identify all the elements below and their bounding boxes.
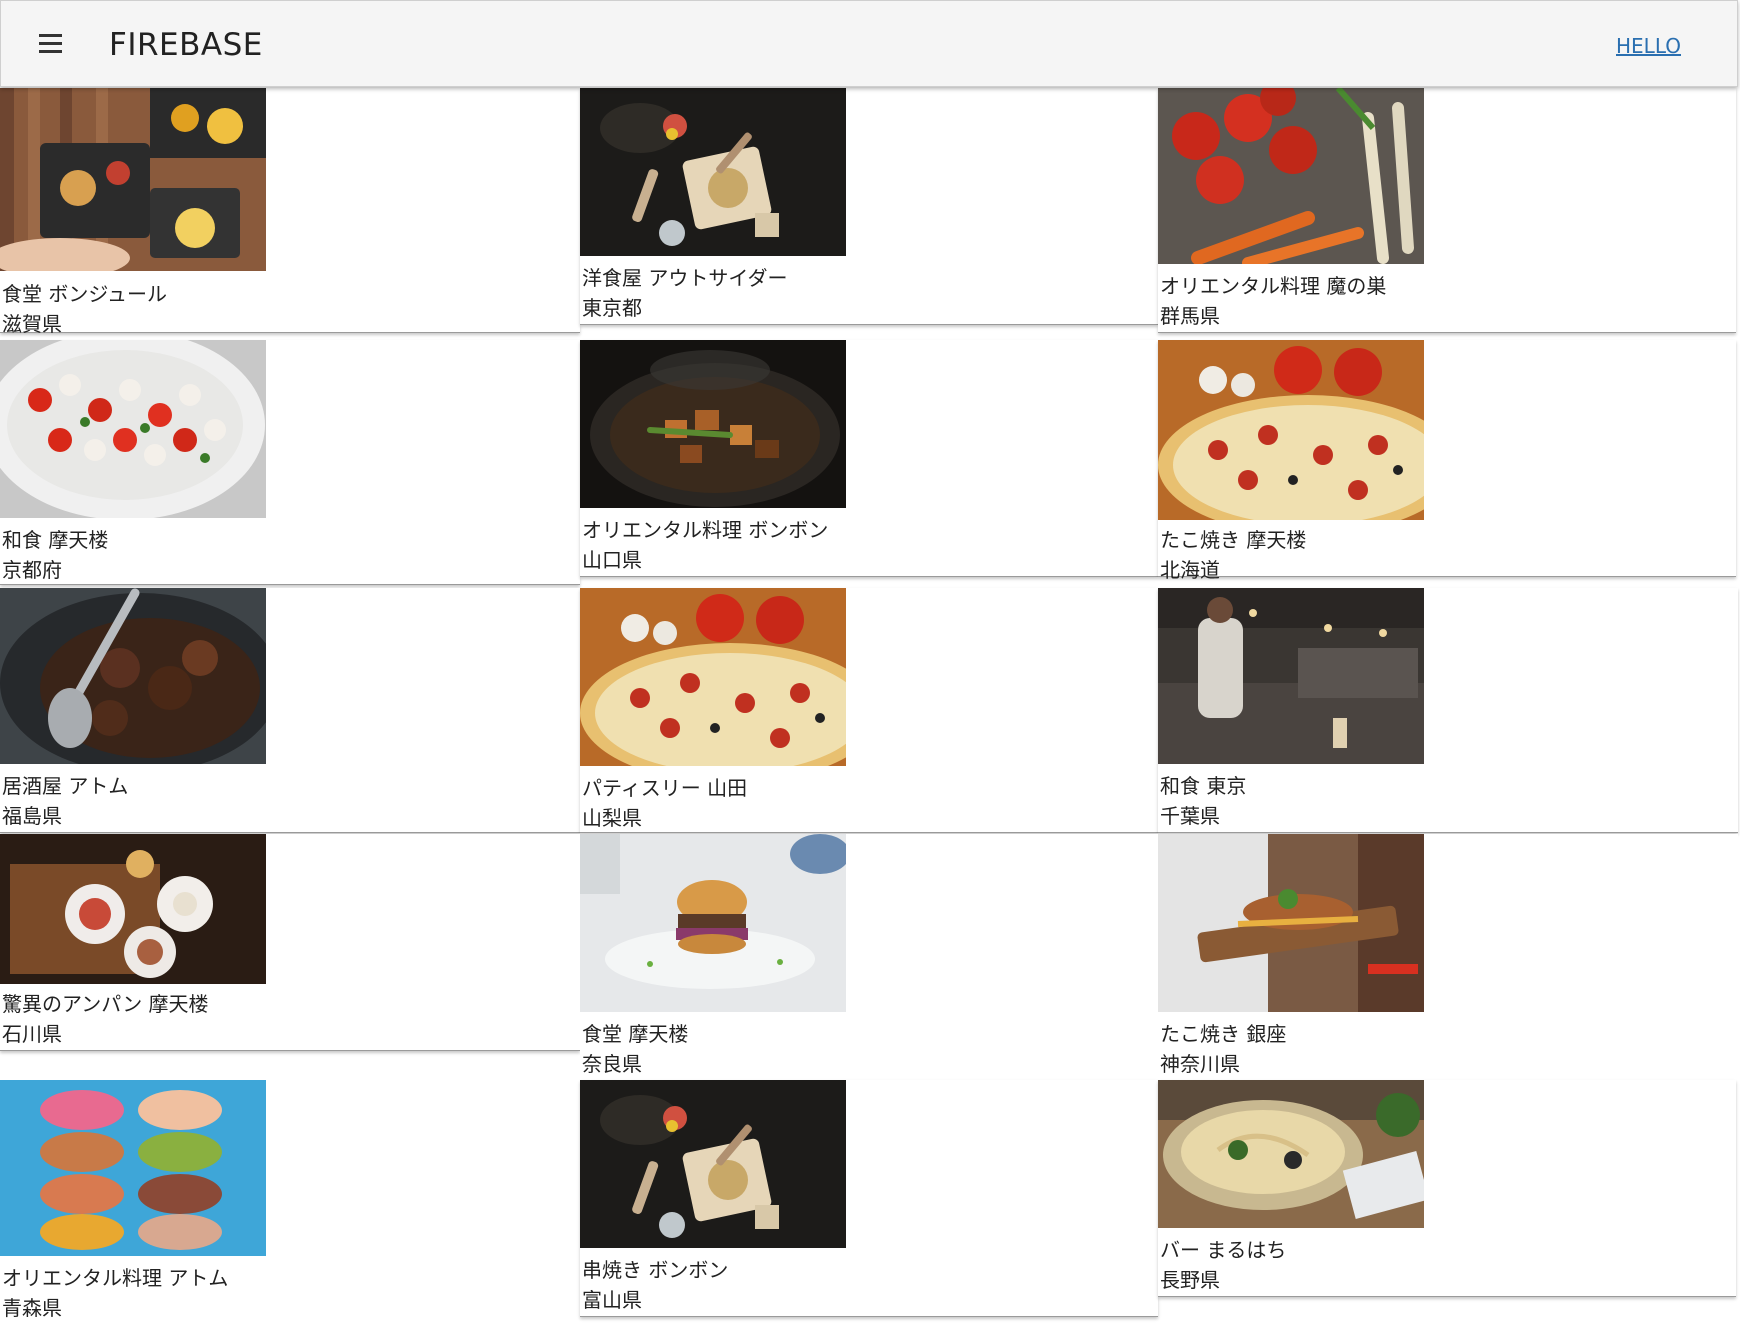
restaurant-name: 串焼き ボンボン	[582, 1258, 729, 1282]
restaurant-prefecture: 長野県	[1160, 1268, 1220, 1292]
restaurant-name: たこ焼き 摩天楼	[1160, 528, 1307, 552]
restaurant-prefecture: 福島県	[2, 804, 62, 828]
dark-plate-photo	[580, 88, 846, 256]
restaurant-name: 食堂 摩天楼	[582, 1022, 689, 1046]
restaurant-card[interactable]: 和食 摩天楼 京都府	[0, 340, 580, 585]
restaurant-name: 居酒屋 アトム	[2, 774, 129, 798]
waiter-platter-photo	[1158, 834, 1424, 1012]
macarons-photo	[0, 1080, 266, 1256]
restaurant-name: 和食 東京	[1160, 774, 1247, 798]
pizza-photo	[1158, 340, 1424, 520]
app-bar: FIREBASE HELLO	[0, 0, 1738, 87]
restaurant-kitchen-photo	[1158, 588, 1424, 764]
restaurant-card[interactable]: 居酒屋 アトム 福島県	[0, 588, 580, 833]
table-spread-photo	[0, 88, 266, 271]
restaurant-name: オリエンタル料理 アトム	[2, 1266, 229, 1290]
restaurant-name: 洋食屋 アウトサイダー	[582, 266, 788, 290]
restaurant-grid: 食堂 ボンジュール 滋賀県 洋食屋 アウトサイダー 東京都 オリエンタル料理 魔…	[0, 88, 1740, 1324]
restaurant-prefecture: 奈良県	[582, 1052, 642, 1076]
restaurant-name: 食堂 ボンジュール	[2, 282, 167, 306]
restaurant-card[interactable]: オリエンタル料理 アトム 青森県	[0, 1080, 580, 1324]
restaurant-name: バー まるはち	[1160, 1238, 1287, 1262]
dark-plate-photo	[580, 1080, 846, 1248]
restaurant-prefecture: 青森県	[2, 1296, 62, 1320]
wok-stirfry-photo	[580, 340, 846, 508]
restaurant-prefecture: 東京都	[582, 296, 642, 320]
vegetables-photo	[1158, 88, 1424, 264]
restaurant-card[interactable]: 驚異のアンパン 摩天楼 石川県	[0, 834, 580, 1051]
restaurant-card[interactable]: たこ焼き 銀座 神奈川県	[1158, 834, 1738, 1078]
hamburger-menu-icon[interactable]	[35, 29, 65, 59]
restaurant-card[interactable]: 串焼き ボンボン 富山県	[580, 1080, 1158, 1317]
restaurant-card[interactable]: 洋食屋 アウトサイダー 東京都	[580, 88, 1158, 325]
restaurant-card[interactable]: 食堂 ボンジュール 滋賀県	[0, 88, 580, 336]
restaurant-name: たこ焼き 銀座	[1160, 1022, 1287, 1046]
restaurant-card[interactable]: パティスリー 山田 山梨県	[580, 588, 1158, 833]
app-title: FIREBASE	[109, 27, 263, 63]
restaurant-name: オリエンタル料理 魔の巣	[1160, 274, 1387, 298]
caprese-salad-photo	[0, 340, 266, 518]
restaurant-prefecture: 京都府	[2, 558, 62, 582]
restaurant-name: 驚異のアンパン 摩天楼	[2, 992, 209, 1016]
restaurant-card[interactable]: たこ焼き 摩天楼 北海道	[1158, 340, 1736, 582]
restaurant-card[interactable]: オリエンタル料理 ボンボン 山口県	[580, 340, 1158, 577]
restaurant-prefecture: 富山県	[582, 1288, 642, 1312]
restaurant-card[interactable]: オリエンタル料理 魔の巣 群馬県	[1158, 88, 1736, 333]
hello-link[interactable]: HELLO	[1616, 33, 1681, 59]
restaurant-card[interactable]: バー まるはち 長野県	[1158, 1080, 1736, 1297]
restaurant-prefecture: 千葉県	[1160, 804, 1220, 828]
pizza-photo	[580, 588, 846, 766]
wood-table-plates-photo	[0, 834, 266, 984]
restaurant-prefecture: 北海道	[1160, 558, 1220, 582]
restaurant-name: オリエンタル料理 ボンボン	[582, 518, 829, 542]
braised-meat-photo	[0, 588, 266, 764]
restaurant-name: 和食 摩天楼	[2, 528, 109, 552]
restaurant-name: パティスリー 山田	[582, 776, 748, 800]
pasta-bowl-photo	[1158, 1080, 1424, 1228]
restaurant-prefecture: 群馬県	[1160, 304, 1220, 328]
restaurant-prefecture: 滋賀県	[2, 312, 62, 336]
restaurant-prefecture: 石川県	[2, 1022, 62, 1046]
restaurant-prefecture: 神奈川県	[1160, 1052, 1240, 1076]
restaurant-prefecture: 山口県	[582, 548, 642, 572]
restaurant-prefecture: 山梨県	[582, 806, 642, 830]
restaurant-card[interactable]: 食堂 摩天楼 奈良県	[580, 834, 1158, 1078]
restaurant-card[interactable]: 和食 東京 千葉県	[1158, 588, 1738, 833]
burger-photo	[580, 834, 846, 1012]
